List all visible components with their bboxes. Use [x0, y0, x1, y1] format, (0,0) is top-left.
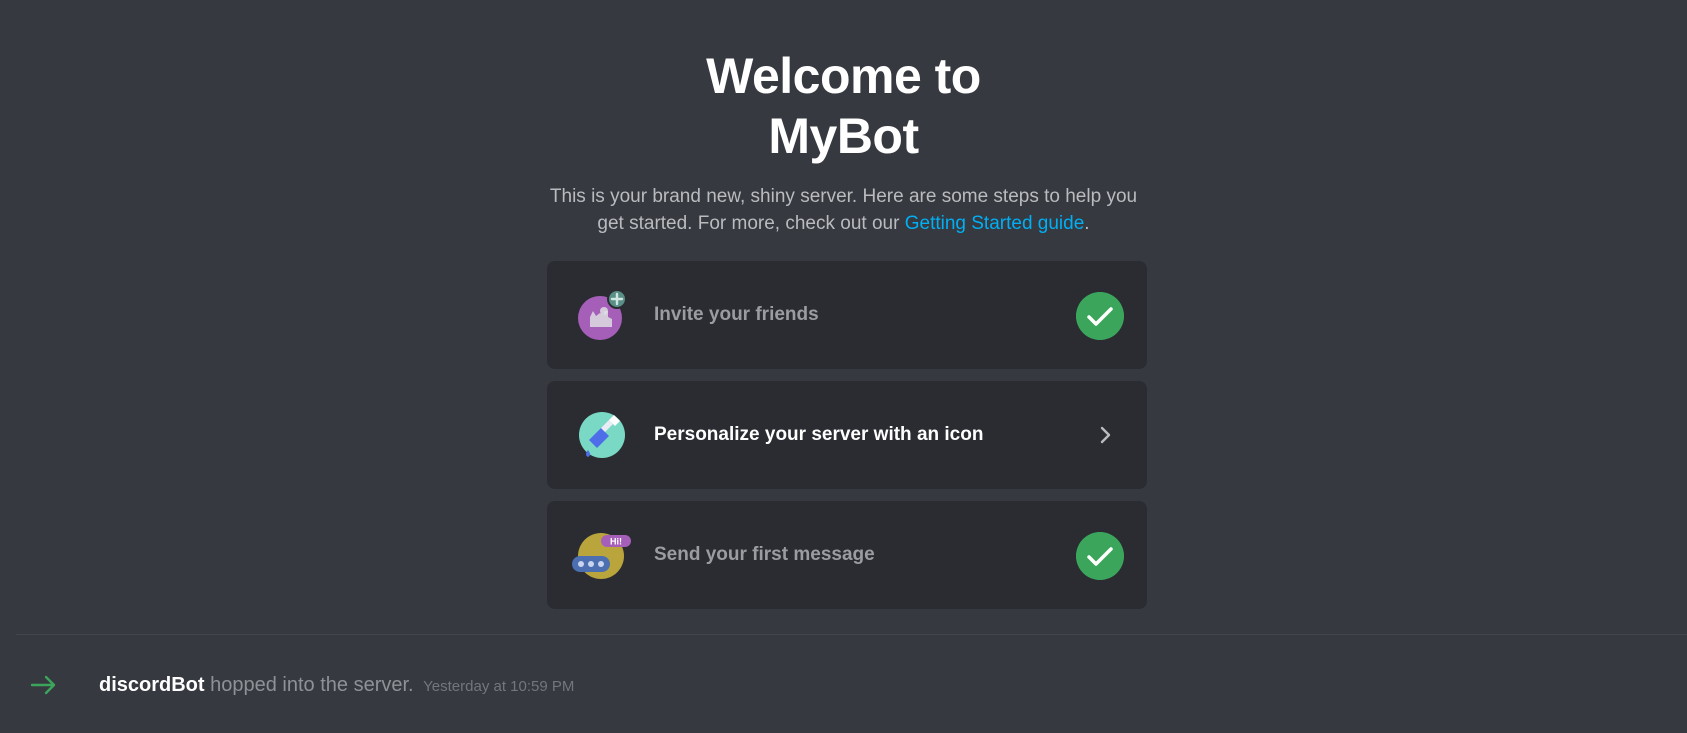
username[interactable]: discordBot: [99, 674, 205, 696]
subtitle-end: .: [1084, 213, 1090, 234]
paintbrush-icon: [579, 412, 625, 458]
send-first-message-label: Send your first message: [654, 544, 875, 565]
system-join-message: discordBot hopped into the server. Yeste…: [0, 668, 1687, 702]
getting-started-guide-link[interactable]: Getting Started guide: [905, 213, 1085, 234]
personalize-server-card[interactable]: Personalize your server with an icon: [547, 381, 1147, 489]
chevron-right-icon: [1100, 426, 1111, 444]
join-message-body: hopped into the server.: [204, 674, 414, 696]
join-arrow-icon: [30, 675, 56, 695]
join-message-text: discordBot hopped into the server. Yeste…: [99, 671, 574, 701]
chat-bubble-icon: Hi!: [572, 533, 631, 579]
welcome-section: Welcome to MyBot This is your brand new,…: [0, 0, 1687, 237]
invite-friends-label: Invite your friends: [654, 304, 819, 325]
welcome-title-line1: Welcome to: [706, 48, 981, 104]
onboarding-checklist: Invite your friends Personalize your ser…: [547, 261, 1147, 621]
welcome-title: Welcome to MyBot: [0, 0, 1687, 166]
server-welcome-screen: Welcome to MyBot This is your brand new,…: [0, 0, 1687, 733]
checkmark-icon: [1076, 292, 1124, 340]
message-divider: [16, 634, 1687, 635]
send-first-message-card[interactable]: Hi! Send your first message: [547, 501, 1147, 609]
invite-friends-icon: [578, 290, 625, 340]
welcome-subtitle: This is your brand new, shiny server. He…: [544, 183, 1144, 237]
personalize-server-label: Personalize your server with an icon: [654, 424, 984, 445]
checkmark-icon: [1076, 532, 1124, 580]
server-name: MyBot: [768, 108, 919, 164]
hi-badge: Hi!: [610, 537, 622, 547]
message-timestamp: Yesterday at 10:59 PM: [423, 678, 575, 695]
invite-friends-card[interactable]: Invite your friends: [547, 261, 1147, 369]
